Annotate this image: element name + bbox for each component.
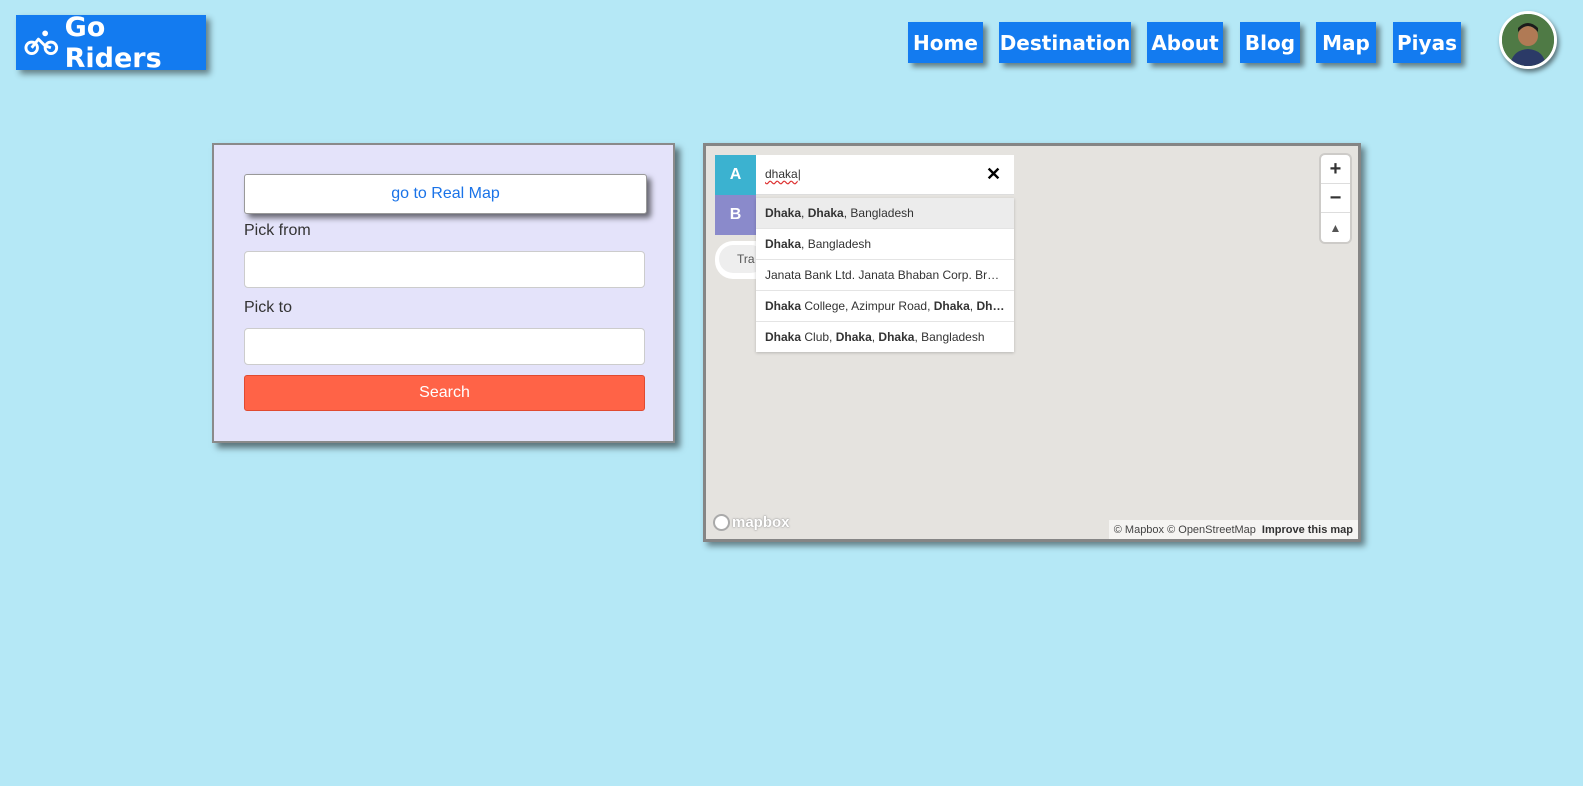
suggestion-item[interactable]: Dhaka Club, Dhaka, Dhaka, Bangladesh	[756, 322, 1014, 352]
suggestion-match: Dhaka	[765, 237, 802, 251]
nav-blog[interactable]: Blog	[1240, 22, 1300, 63]
nav-destination-label: Destination	[999, 30, 1131, 55]
suggestion-text: Dhaka, Bangladesh	[765, 237, 871, 251]
suggestion-text: Janata Bank Ltd. Janata Bhaban Corp. Br…	[765, 268, 999, 282]
nav-map-label: Map	[1322, 30, 1370, 55]
mapbox-logo[interactable]: mapbox	[713, 514, 790, 531]
text-caret: |	[797, 167, 801, 181]
route-form-panel: go to Real Map Pick from Pick to Search	[212, 143, 675, 443]
zoom-in-button[interactable]: +	[1321, 155, 1350, 184]
mapbox-logo-text: mapbox	[732, 514, 790, 531]
pick-to-input[interactable]	[244, 328, 645, 365]
suggestion-item[interactable]: Dhaka, Bangladesh	[756, 229, 1014, 260]
origin-search-input[interactable]: dhaka|	[756, 155, 1014, 195]
suggestion-item[interactable]: Dhaka College, Azimpur Road, Dhaka, Dh…	[756, 291, 1014, 322]
suggestion-text: Dhaka Club, Dhaka, Dhaka, Bangladesh	[765, 330, 985, 344]
user-avatar-image	[1502, 14, 1554, 66]
map-attribution: © Mapbox © OpenStreetMap Improve this ma…	[1108, 520, 1358, 539]
nav-home[interactable]: Home	[908, 22, 983, 63]
zoom-out-button[interactable]: −	[1321, 184, 1350, 213]
attribution-text[interactable]: © Mapbox © OpenStreetMap	[1114, 524, 1256, 536]
search-button-label: Search	[419, 384, 470, 401]
suggestion-fragment: , Bangladesh	[914, 330, 985, 344]
go-to-real-map-label: go to Real Map	[391, 185, 500, 202]
suggestion-match: Dhaka	[835, 330, 872, 344]
search-button[interactable]: Search	[244, 375, 645, 411]
suggestion-match: Dhaka	[765, 299, 802, 313]
suggestion-item[interactable]: Janata Bank Ltd. Janata Bhaban Corp. Br…	[756, 260, 1014, 291]
suggestion-item[interactable]: Dhaka, Dhaka, Bangladesh	[756, 198, 1014, 229]
suggestion-match: Dhaka	[878, 330, 915, 344]
nav-about-label: About	[1151, 30, 1219, 55]
close-icon[interactable]: ✕	[986, 164, 1001, 185]
nav-home-label: Home	[913, 30, 978, 55]
go-to-real-map-button[interactable]: go to Real Map	[244, 174, 647, 214]
suggestion-fragment: Club,	[801, 330, 836, 344]
suggestion-text: Dhaka, Dhaka, Bangladesh	[765, 206, 914, 220]
suggestion-fragment: Janata Bank Ltd. Janata Bhaban Corp. Br…	[765, 268, 1000, 282]
destination-marker: B	[715, 195, 756, 235]
compass-icon[interactable]: ▲	[1321, 213, 1350, 242]
suggestion-fragment: , Bangladesh	[801, 237, 872, 251]
nav-map[interactable]: Map	[1316, 22, 1376, 63]
suggestion-text: Dhaka College, Azimpur Road, Dhaka, Dh…	[765, 299, 1004, 313]
suggestion-match: Dhaka	[765, 206, 802, 220]
bicycle-icon	[24, 30, 59, 55]
suggestion-match: Dh…	[976, 299, 1005, 313]
suggestion-fragment: College, Azimpur Road,	[801, 299, 934, 313]
brand-logo[interactable]: Go Riders	[16, 12, 206, 74]
suggestion-fragment: ,	[801, 206, 808, 220]
origin-search-value: dhaka	[765, 167, 798, 181]
nav-about[interactable]: About	[1147, 22, 1223, 63]
nav-user-label: Piyas	[1397, 30, 1457, 55]
zoom-control: + − ▲	[1321, 155, 1350, 242]
improve-map-link[interactable]: Improve this map	[1262, 524, 1353, 536]
suggestion-match: Dhaka	[807, 206, 844, 220]
nav-user-piyas[interactable]: Piyas	[1393, 22, 1461, 63]
pick-from-label: Pick from	[244, 222, 311, 239]
suggestion-match: Dhaka	[933, 299, 970, 313]
brand-name: Go Riders	[64, 11, 162, 74]
nav-blog-label: Blog	[1244, 30, 1296, 55]
nav-destination[interactable]: Destination	[999, 22, 1131, 63]
mapbox-logo-icon	[713, 514, 730, 531]
suggestion-list: Dhaka, Dhaka, Bangladesh Dhaka, Banglades…	[756, 198, 1014, 352]
avatar[interactable]	[1499, 11, 1557, 69]
suggestion-match: Dhaka	[765, 330, 802, 344]
pick-from-input[interactable]	[244, 251, 645, 288]
map-panel[interactable]: A B dhaka| ✕ Tra Dhaka, Dhaka, Banglades…	[703, 143, 1361, 542]
origin-marker: A	[715, 155, 756, 195]
suggestion-fragment: , Bangladesh	[843, 206, 914, 220]
pick-to-label: Pick to	[244, 299, 293, 316]
